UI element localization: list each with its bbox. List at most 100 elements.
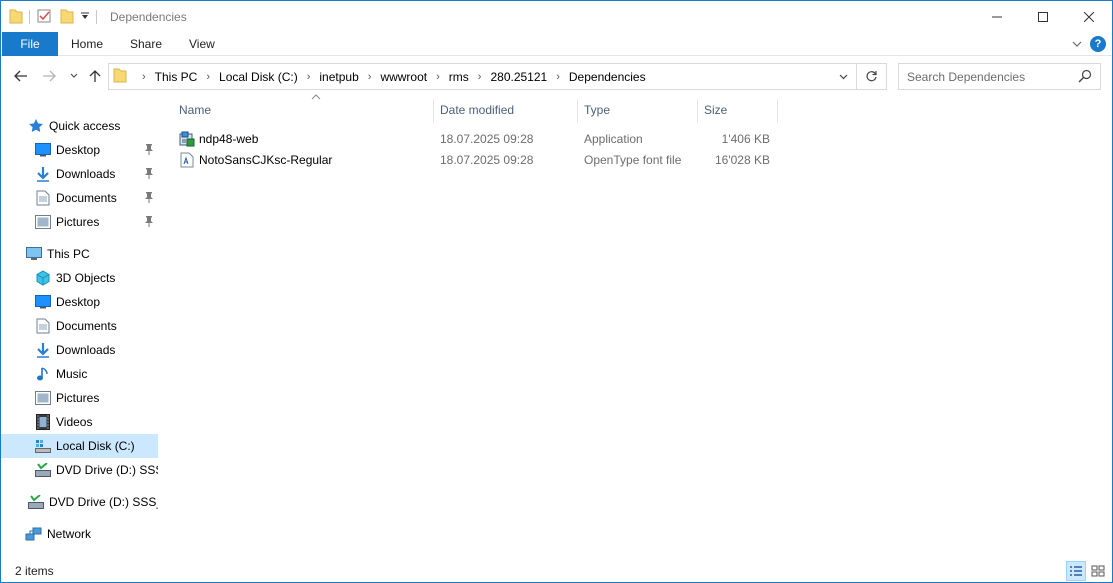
drive-icon: [34, 437, 52, 455]
status-bar: 2 items: [1, 560, 1112, 582]
sidebar-item-desktop[interactable]: Desktop: [1, 290, 158, 314]
videos-icon: [34, 413, 52, 431]
pin-icon[interactable]: [144, 167, 154, 182]
pictures-icon: [34, 213, 52, 231]
star-icon: [27, 117, 45, 135]
sidebar-item-label: Quick access: [49, 119, 121, 133]
folder-icon: [9, 8, 23, 27]
sidebar-item-local-disk[interactable]: Local Disk (C:): [1, 434, 158, 458]
properties-icon[interactable]: [36, 8, 52, 27]
chevron-right-icon[interactable]: ›: [478, 71, 482, 83]
file-row[interactable]: NotoSansCJKsc-Regular 18.07.2025 09:28 O…: [173, 150, 773, 170]
sidebar-item-videos[interactable]: Videos: [1, 410, 158, 434]
breadcrumb-this-pc[interactable]: This PC: [155, 70, 198, 84]
address-history-dropdown[interactable]: [830, 64, 856, 89]
minimize-button[interactable]: [974, 1, 1020, 32]
item-count: 2 items: [15, 564, 54, 578]
sidebar-item-label: Desktop: [56, 295, 101, 309]
chevron-right-icon[interactable]: ›: [142, 71, 146, 83]
sidebar-item-label: DVD Drive (D:) SSS_X: [56, 463, 158, 477]
sidebar-item-downloads-quick[interactable]: Downloads: [1, 162, 158, 186]
file-type: Application: [584, 132, 643, 146]
explorer-window: Dependencies File Home Share View ? › Th…: [0, 0, 1113, 583]
column-header-type[interactable]: Type: [578, 97, 697, 123]
view-toggle: [1066, 561, 1108, 581]
chevron-right-icon[interactable]: ›: [556, 71, 560, 83]
documents-icon: [34, 317, 52, 335]
sidebar-item-this-pc[interactable]: This PC: [1, 242, 158, 266]
file-size: 1'406 KB: [721, 132, 770, 146]
pin-icon[interactable]: [144, 143, 154, 158]
large-icons-view-icon: [1091, 565, 1105, 577]
up-button[interactable]: [85, 66, 105, 86]
breadcrumb-version[interactable]: 280.25121: [490, 70, 547, 84]
sidebar-item-pictures-quick[interactable]: Pictures: [1, 210, 158, 234]
chevron-right-icon[interactable]: ›: [368, 71, 372, 83]
column-header-size[interactable]: Size: [698, 97, 777, 123]
sidebar-item-label: 3D Objects: [56, 271, 116, 285]
network-icon: [25, 525, 43, 543]
breadcrumb-inetpub[interactable]: inetpub: [319, 70, 358, 84]
ribbon-right-controls: ?: [1072, 36, 1106, 52]
search-input[interactable]: [907, 69, 1077, 84]
sidebar-item-3d-objects[interactable]: 3D Objects: [1, 266, 158, 290]
recent-locations-button[interactable]: [64, 66, 84, 86]
sidebar-item-desktop-quick[interactable]: Desktop: [1, 138, 158, 162]
expand-ribbon-icon[interactable]: [1072, 37, 1082, 51]
column-header-date[interactable]: Date modified: [434, 97, 577, 123]
forward-button[interactable]: [39, 66, 59, 86]
chevron-right-icon[interactable]: ›: [436, 71, 440, 83]
music-icon: [34, 365, 52, 383]
desktop-icon: [34, 141, 52, 159]
address-bar[interactable]: › This PC › Local Disk (C:) › inetpub › …: [108, 63, 857, 90]
download-icon: [34, 341, 52, 359]
details-view-button[interactable]: [1066, 561, 1086, 581]
tab-home[interactable]: Home: [71, 32, 103, 56]
toolbar-separator: [29, 10, 30, 24]
file-date: 18.07.2025 09:28: [440, 132, 534, 146]
column-divider[interactable]: [777, 99, 778, 123]
sidebar-item-music[interactable]: Music: [1, 362, 158, 386]
chevron-right-icon[interactable]: ›: [206, 71, 210, 83]
large-icons-view-button[interactable]: [1088, 561, 1108, 581]
file-name-cell: NotoSansCJKsc-Regular: [179, 150, 332, 170]
sidebar-item-network[interactable]: Network: [1, 522, 158, 546]
window-title: Dependencies: [110, 10, 187, 24]
search-box[interactable]: [898, 63, 1101, 90]
tab-file[interactable]: File: [2, 32, 58, 56]
breadcrumb-dependencies[interactable]: Dependencies: [569, 70, 646, 84]
sidebar-item-downloads[interactable]: Downloads: [1, 338, 158, 362]
tab-share[interactable]: Share: [130, 32, 162, 56]
back-button[interactable]: [11, 66, 31, 86]
pin-icon[interactable]: [144, 191, 154, 206]
window-controls: [974, 1, 1112, 32]
sidebar-item-label: Network: [47, 527, 92, 541]
pin-icon[interactable]: [144, 215, 154, 230]
sidebar-item-dvd-drive[interactable]: DVD Drive (D:) SSS_X: [1, 458, 158, 482]
breadcrumb-rms[interactable]: rms: [449, 70, 469, 84]
tab-view[interactable]: View: [189, 32, 215, 56]
help-icon[interactable]: ?: [1090, 36, 1106, 52]
column-header-name[interactable]: Name: [173, 97, 433, 123]
sidebar-item-quick-access[interactable]: Quick access: [1, 114, 158, 138]
folder-icon: [113, 67, 127, 86]
file-row[interactable]: ndp48-web 18.07.2025 09:28 Application 1…: [173, 129, 773, 149]
customize-toolbar-icon[interactable]: [80, 10, 90, 24]
file-name-cell: ndp48-web: [179, 129, 258, 149]
sidebar-item-documents[interactable]: Documents: [1, 314, 158, 338]
sidebar-item-documents-quick[interactable]: Documents: [1, 186, 158, 210]
refresh-button[interactable]: [857, 63, 887, 90]
ribbon-tabs: File Home Share View ?: [1, 32, 1112, 56]
breadcrumb-wwwroot[interactable]: wwwroot: [380, 70, 427, 84]
maximize-button[interactable]: [1020, 1, 1066, 32]
details-view-icon: [1070, 566, 1082, 576]
sidebar-item-pictures[interactable]: Pictures: [1, 386, 158, 410]
cube-icon: [34, 269, 52, 287]
breadcrumb-local-disk[interactable]: Local Disk (C:): [219, 70, 298, 84]
chevron-right-icon[interactable]: ›: [307, 71, 311, 83]
sidebar-item-dvd-root[interactable]: DVD Drive (D:) SSS_X6: [1, 490, 158, 514]
close-button[interactable]: [1066, 1, 1112, 32]
pictures-icon: [34, 389, 52, 407]
search-icon[interactable]: [1078, 69, 1092, 86]
new-folder-icon[interactable]: [60, 8, 74, 27]
